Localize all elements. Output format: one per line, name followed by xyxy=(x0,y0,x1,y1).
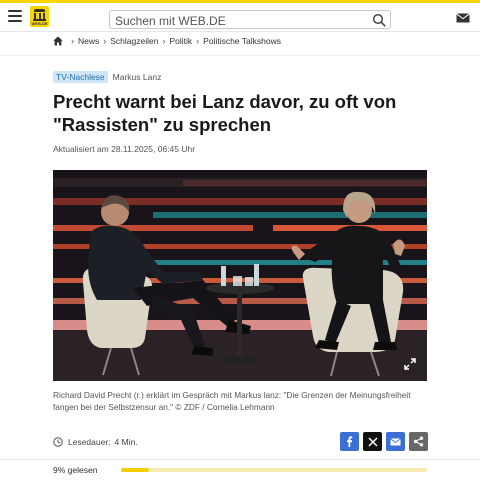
x-icon xyxy=(368,437,377,446)
reading-time-label: Lesedauer: xyxy=(68,437,111,447)
share-bar xyxy=(340,432,428,451)
mail-icon[interactable] xyxy=(456,13,470,23)
site-header: WEB.DE Suchen mit WEB.DE xyxy=(0,3,480,31)
progress-fill xyxy=(121,468,149,472)
progress-track xyxy=(121,468,427,472)
progress-label: 9% gelesen xyxy=(53,465,98,475)
reading-progress-bar: 9% gelesen xyxy=(0,459,480,480)
share-facebook-button[interactable] xyxy=(340,432,359,451)
article-tags: TV-Nachlese Markus Lanz xyxy=(53,71,161,83)
article-headline: Precht warnt bei Lanz davor, zu oft von … xyxy=(53,91,397,135)
search-placeholder: Suchen mit WEB.DE xyxy=(115,14,226,28)
category-tag[interactable]: TV-Nachlese xyxy=(53,71,108,83)
breadcrumb-item-politik[interactable]: Politik xyxy=(169,36,192,46)
breadcrumb-item-schlagzeilen[interactable]: Schlagzeilen xyxy=(110,36,158,46)
breadcrumb-item-talkshows[interactable]: Politische Talkshows xyxy=(203,36,281,46)
expand-icon[interactable] xyxy=(403,357,417,371)
clock-icon xyxy=(53,437,63,447)
breadcrumb-divider xyxy=(0,55,480,56)
search-icon[interactable] xyxy=(372,13,386,27)
chevron-right-icon: › xyxy=(71,36,74,46)
share-mail-button[interactable] xyxy=(386,432,405,451)
updated-timestamp: Aktualisiert am 28.11.2025, 06:45 Uhr xyxy=(53,144,196,154)
hamburger-icon[interactable] xyxy=(8,10,22,22)
mail-share-icon xyxy=(390,437,401,445)
breadcrumb-item-news[interactable]: News xyxy=(78,36,99,46)
chevron-right-icon: › xyxy=(103,36,107,46)
facebook-icon xyxy=(347,436,353,447)
search-input[interactable]: Suchen mit WEB.DE xyxy=(109,10,391,29)
share-x-button[interactable] xyxy=(363,432,382,451)
header-divider xyxy=(0,31,480,32)
topic-label[interactable]: Markus Lanz xyxy=(113,72,162,82)
talkshow-photo xyxy=(53,170,427,381)
reading-time-value: 4 Min. xyxy=(114,437,138,447)
logo-text: WEB.DE xyxy=(31,21,48,26)
share-icon xyxy=(413,436,424,447)
article-image[interactable] xyxy=(53,170,427,381)
chevron-right-icon: › xyxy=(162,36,166,46)
home-icon[interactable] xyxy=(53,36,63,46)
share-more-button[interactable] xyxy=(409,432,428,451)
image-caption: Richard David Precht (r.) erklärt im Ges… xyxy=(53,390,411,412)
chevron-right-icon: › xyxy=(196,36,200,46)
webde-logo[interactable]: WEB.DE xyxy=(30,6,49,27)
reading-time: Lesedauer: 4 Min. xyxy=(53,437,138,447)
breadcrumb: › News › Schlagzeilen › Politik › Politi… xyxy=(53,34,281,48)
